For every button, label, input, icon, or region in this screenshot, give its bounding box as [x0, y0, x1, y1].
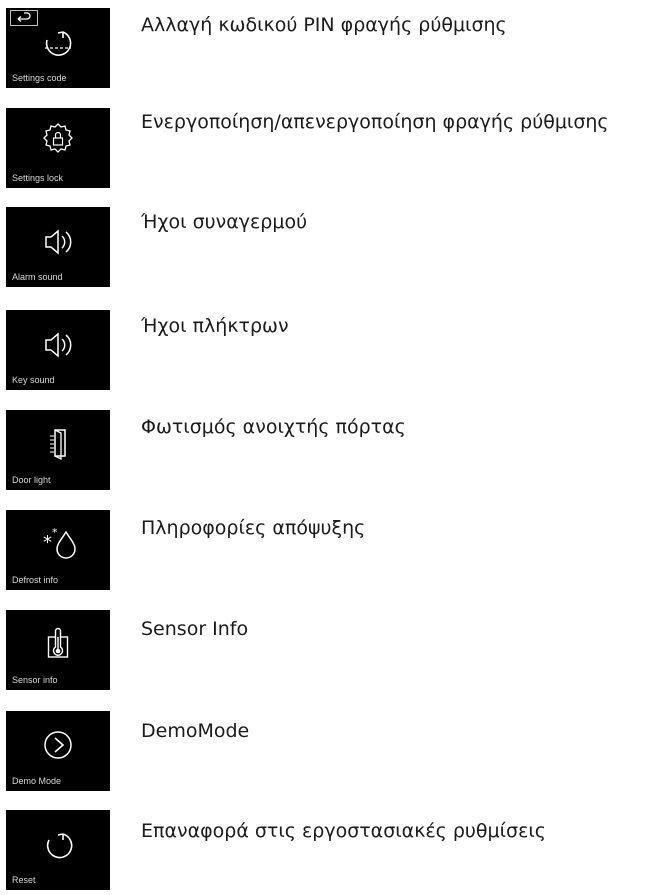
tile-label: Key sound [12, 375, 55, 385]
item-description: Πληροφορίες απόψυξης [141, 517, 366, 539]
demo-mode-tile[interactable]: Demo Mode [6, 711, 110, 791]
tile-label: Demo Mode [12, 776, 62, 786]
play-circle-icon [33, 725, 83, 767]
description-line-1: Ενεργοποίηση/απενεργοποίηση φραγής [141, 111, 515, 133]
tile-label: Alarm sound [12, 272, 63, 282]
thermometer-icon [33, 623, 83, 665]
tile-label: Settings code [12, 73, 67, 83]
reset-icon [33, 826, 83, 868]
svg-text:*: * [52, 526, 58, 539]
item-description: DemoMode [141, 720, 250, 742]
speaker-icon [33, 324, 83, 366]
item-description: Αλλαγή κωδικού PIN φραγής ρύθμισης [141, 14, 507, 36]
settings-code-icon [33, 24, 83, 66]
door-light-icon [33, 424, 83, 466]
item-description: Ενεργοποίηση/απενεργοποίηση φραγής ρύθμι… [141, 111, 657, 134]
defrost-info-tile[interactable]: * * Defrost info [6, 510, 110, 590]
tile-label: Settings lock [12, 173, 64, 183]
speaker-icon [33, 221, 83, 263]
svg-text:*: * [43, 532, 52, 553]
item-description: Ήχοι πλήκτρων [141, 315, 289, 337]
tile-label: Sensor info [12, 675, 58, 685]
item-description: Επαναφορά στις εργοστασιακές ρυθμίσεις [141, 820, 546, 842]
door-light-tile[interactable]: Door light [6, 410, 110, 490]
item-description: Sensor Info [141, 618, 249, 640]
alarm-sound-tile[interactable]: Alarm sound [6, 207, 110, 287]
tile-label: Door light [12, 475, 51, 485]
tile-label: Reset [12, 875, 36, 885]
item-description: Φωτισμός ανοιχτής πόρτας [141, 416, 406, 438]
settings-lock-icon [33, 118, 83, 160]
item-description: Ήχοι συναγερμού [141, 211, 308, 233]
key-sound-tile[interactable]: Key sound [6, 310, 110, 390]
defrost-icon: * * [33, 522, 83, 564]
settings-code-tile[interactable]: Settings code [6, 8, 110, 88]
settings-lock-tile[interactable]: Settings lock [6, 108, 110, 188]
description-line-2: ρύθμισης [520, 111, 609, 133]
sensor-info-tile[interactable]: Sensor info [6, 610, 110, 690]
reset-tile[interactable]: Reset [6, 810, 110, 890]
tile-label: Defrost info [12, 575, 59, 585]
